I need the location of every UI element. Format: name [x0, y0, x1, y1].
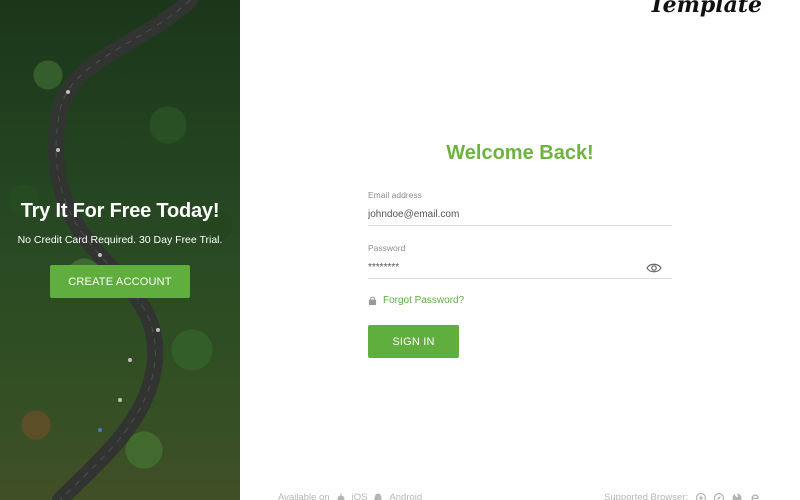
footer-platforms: Available on iOS Android	[278, 492, 422, 500]
forgot-password-link[interactable]: Forgot Password?	[383, 295, 464, 306]
hero-subtitle: No Credit Card Required. 30 Day Free Tri…	[17, 234, 223, 246]
email-label: Email address	[368, 190, 422, 200]
forgot-password-row: Forgot Password?	[368, 295, 464, 306]
available-on-label: Available on	[278, 492, 330, 500]
password-label: Password	[368, 243, 406, 253]
hero-panel: Try It For Free Today! No Credit Card Re…	[0, 0, 240, 500]
ie-icon	[751, 494, 759, 500]
password-field[interactable]	[368, 257, 672, 279]
hero-title: Try It For Free Today!	[20, 200, 220, 222]
lock-icon	[368, 296, 377, 305]
email-field[interactable]	[368, 204, 672, 226]
android-icon[interactable]	[373, 493, 383, 500]
footer-browsers: Supported Browser:	[604, 492, 760, 500]
chrome-icon	[696, 492, 706, 500]
platform-ios[interactable]: iOS	[352, 492, 368, 500]
apple-icon[interactable]	[336, 493, 346, 500]
create-account-button[interactable]: CREATE ACCOUNT	[50, 265, 190, 298]
safari-icon	[714, 492, 724, 500]
hero-overlay	[0, 0, 240, 500]
platform-android[interactable]: Android	[389, 492, 422, 500]
supported-browser-label: Supported Browser:	[604, 492, 688, 500]
page-title: Welcome Back!	[446, 142, 594, 164]
eye-icon[interactable]	[646, 262, 662, 274]
sign-in-button[interactable]: SIGN IN	[368, 325, 459, 358]
brand-logo[interactable]: Template	[649, 0, 762, 18]
firefox-icon	[732, 493, 742, 500]
